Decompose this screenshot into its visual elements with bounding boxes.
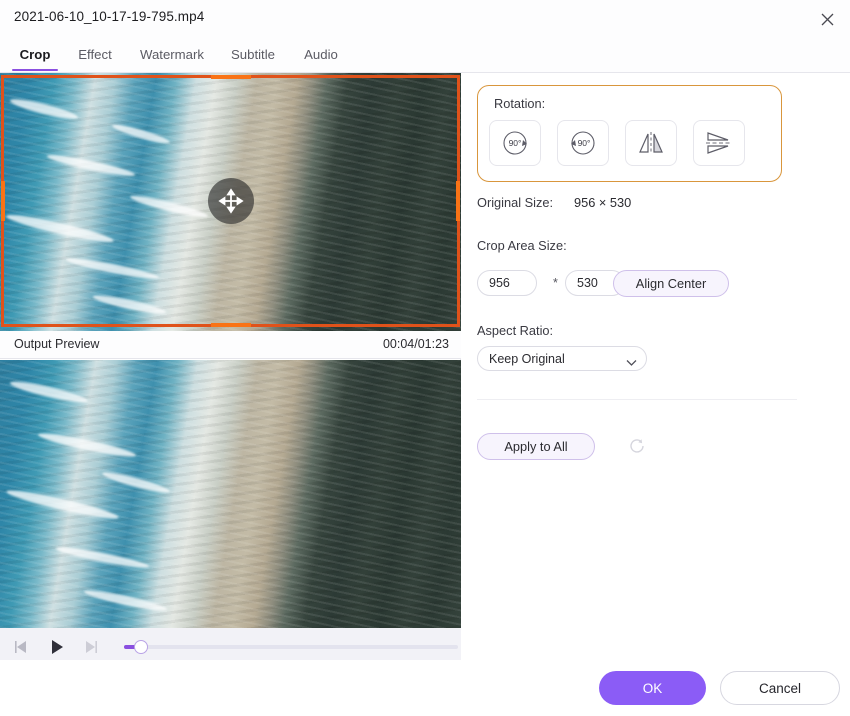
crop-dialog: 2021-06-10_10-17-19-795.mp4 Crop Effect Wa… xyxy=(0,0,850,716)
svg-text:90°: 90° xyxy=(578,138,591,148)
next-frame-icon[interactable] xyxy=(80,637,102,657)
flip-horizontal-button[interactable] xyxy=(625,120,677,166)
flip-vertical-button[interactable] xyxy=(693,120,745,166)
title-bar: 2021-06-10_10-17-19-795.mp4 xyxy=(0,0,850,38)
crop-video-stage[interactable] xyxy=(0,73,461,331)
crop-handle-top[interactable] xyxy=(211,75,251,79)
playback-slider-thumb[interactable] xyxy=(134,640,148,654)
preview-pane: Output Preview 00:04/01:23 xyxy=(0,73,461,660)
output-preview-stage xyxy=(0,360,461,628)
original-size-value: 956 × 530 xyxy=(574,195,631,210)
crop-settings-panel: Rotation: 90° 90° xyxy=(461,73,850,660)
crop-area-size-label: Crop Area Size: xyxy=(477,238,567,253)
rotate-left-90-button[interactable]: 90° xyxy=(557,120,609,166)
tab-subtitle[interactable]: Subtitle xyxy=(224,38,282,73)
tab-audio[interactable]: Audio xyxy=(296,38,346,73)
original-size-label: Original Size: xyxy=(477,195,553,210)
flip-vertical-icon xyxy=(703,129,735,157)
crop-handle-left[interactable] xyxy=(1,181,5,221)
tab-bar: Crop Effect Watermark Subtitle Audio xyxy=(0,38,850,73)
align-center-button[interactable]: Align Center xyxy=(613,270,729,297)
crop-handle-bottom[interactable] xyxy=(211,323,251,327)
cancel-button[interactable]: Cancel xyxy=(720,671,840,705)
panel-divider xyxy=(477,399,797,400)
output-preview-bar: Output Preview 00:04/01:23 xyxy=(0,331,461,359)
tab-watermark[interactable]: Watermark xyxy=(130,38,214,73)
page-title: 2021-06-10_10-17-19-795.mp4 xyxy=(14,9,204,24)
reset-icon[interactable] xyxy=(627,436,647,456)
rotate-right-90-button[interactable]: 90° xyxy=(489,120,541,166)
ok-button[interactable]: OK xyxy=(599,671,706,705)
flip-horizontal-icon xyxy=(635,129,667,157)
crop-handle-right[interactable] xyxy=(456,181,460,221)
move-4way-icon[interactable] xyxy=(208,178,254,224)
dimension-separator: * xyxy=(553,276,558,290)
dialog-footer: OK Cancel xyxy=(0,660,850,716)
rotation-label: Rotation: xyxy=(494,96,545,111)
crop-selection-box[interactable] xyxy=(1,75,460,327)
output-preview-label: Output Preview xyxy=(14,337,99,351)
playback-slider[interactable] xyxy=(124,645,458,649)
tab-crop[interactable]: Crop xyxy=(12,38,58,73)
playback-time: 00:04/01:23 xyxy=(383,337,449,351)
play-icon[interactable] xyxy=(46,637,68,657)
previous-frame-icon[interactable] xyxy=(10,637,32,657)
rotate-clockwise-90-icon: 90° xyxy=(498,128,532,158)
rotation-group: Rotation: 90° 90° xyxy=(477,85,782,182)
aspect-ratio-select[interactable]: Keep Original xyxy=(477,346,647,371)
close-icon[interactable] xyxy=(810,2,844,36)
rotate-counterclockwise-90-icon: 90° xyxy=(566,128,600,158)
crop-width-input[interactable] xyxy=(477,270,537,296)
apply-to-all-button[interactable]: Apply to All xyxy=(477,433,595,460)
tab-effect[interactable]: Effect xyxy=(70,38,120,73)
aspect-ratio-label: Aspect Ratio: xyxy=(477,323,553,338)
svg-text:90°: 90° xyxy=(509,138,522,148)
